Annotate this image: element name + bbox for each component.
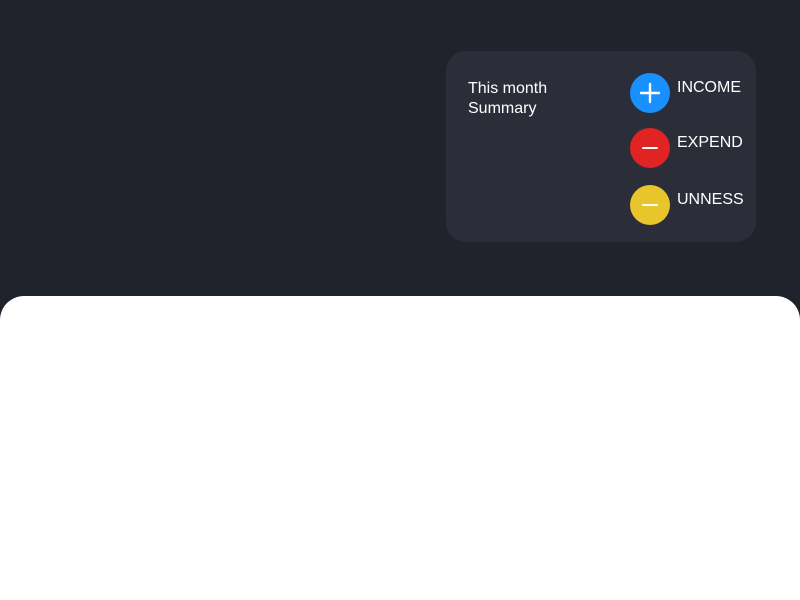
unness-label: UNNESS bbox=[677, 191, 744, 208]
monthly-summary-card: This month Summary INCOME EXPEND UNNESS bbox=[446, 51, 756, 242]
income-label: INCOME bbox=[677, 79, 741, 96]
summary-title: This month Summary bbox=[468, 80, 548, 117]
bottom-sheet bbox=[0, 296, 800, 600]
expend-summary-item[interactable]: EXPEND bbox=[630, 128, 750, 168]
unness-summary-item[interactable]: UNNESS bbox=[630, 185, 750, 225]
plus-icon[interactable] bbox=[630, 73, 670, 113]
income-summary-item[interactable]: INCOME bbox=[630, 73, 750, 113]
app-screen: This month Summary INCOME EXPEND UNNESS bbox=[0, 0, 800, 600]
minus-icon[interactable] bbox=[630, 128, 670, 168]
minus-icon[interactable] bbox=[630, 185, 670, 225]
expend-label: EXPEND bbox=[677, 134, 743, 151]
